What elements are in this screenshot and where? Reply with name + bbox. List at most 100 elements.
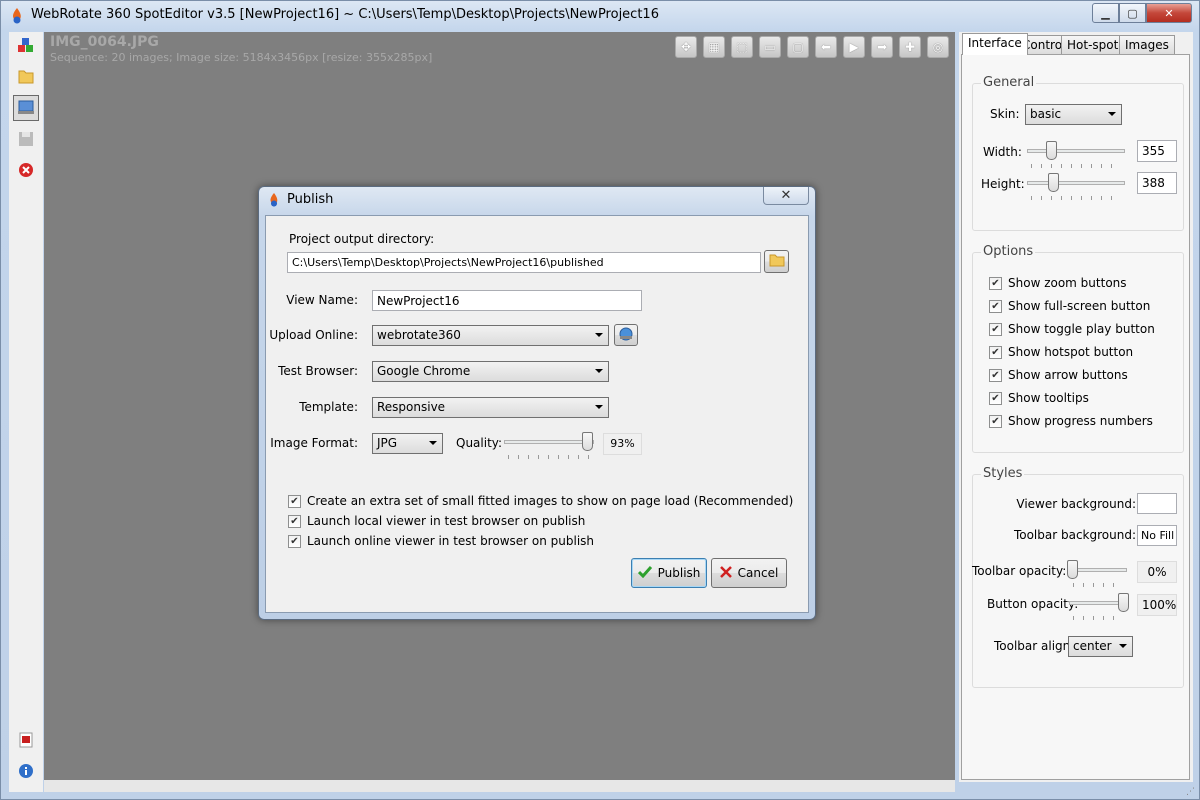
zoom-in-button[interactable]: ✚ [899, 36, 921, 58]
test-browser-label: Test Browser: [278, 364, 358, 378]
output-dir-input[interactable]: C:\Users\Temp\Desktop\Projects\NewProjec… [287, 252, 761, 273]
filmstrip-icon: ▭ [764, 40, 776, 54]
options-title: Options [981, 244, 1036, 259]
option-checkbox[interactable]: ✔ [989, 300, 1002, 313]
option-checkbox[interactable]: ✔ [989, 415, 1002, 428]
hotspot-button[interactable]: ◎ [927, 36, 949, 58]
toolbar-align-value: center [1073, 639, 1112, 653]
skin-value: basic [1030, 107, 1062, 121]
arrow-left-button[interactable]: ⬅ [815, 36, 837, 58]
option-checkbox[interactable]: ✔ [989, 392, 1002, 405]
chevron-down-icon [1119, 644, 1127, 648]
resize-grip-icon[interactable]: ⋰ [1186, 787, 1195, 797]
quality-slider-track[interactable] [504, 440, 594, 444]
quality-value: 93% [603, 433, 642, 455]
cancel-x-icon [719, 565, 732, 581]
dialog-logo-icon [267, 192, 281, 211]
test-browser-select[interactable]: Google Chrome [372, 361, 609, 382]
interface-tab-body: General Skin: basic Width: 355 Height: 3… [961, 54, 1190, 780]
option-checkbox[interactable]: ✔ [989, 346, 1002, 359]
filmstrip-button[interactable]: ▭ [759, 36, 781, 58]
viewer-background-label: Viewer background: [1016, 497, 1136, 511]
close-project-button[interactable] [13, 158, 39, 184]
maximize-icon: ▢ [1127, 6, 1138, 20]
move-icon: ✥ [680, 40, 692, 54]
height-input[interactable]: 388 [1137, 172, 1177, 194]
publish-option-checkbox[interactable]: ✔ [288, 495, 301, 508]
zoom-in-icon: ✚ [904, 40, 916, 54]
option-checkbox[interactable]: ✔ [989, 323, 1002, 336]
option-label: Show progress numbers [1008, 414, 1153, 428]
upload-online-select[interactable]: webrotate360 [372, 325, 609, 346]
upload-settings-button[interactable] [614, 324, 638, 346]
option-checkbox[interactable]: ✔ [989, 369, 1002, 382]
button-opacity-ticks [1073, 616, 1123, 620]
toolbar-align-select[interactable]: center [1068, 636, 1133, 657]
new-project-icon [17, 37, 35, 58]
publish-option-label: Launch online viewer in test browser on … [307, 534, 595, 548]
new-project-button[interactable] [13, 34, 39, 60]
pdf-help-icon [18, 732, 34, 751]
viewer-background-swatch[interactable] [1137, 493, 1177, 514]
open-project-button[interactable] [13, 64, 39, 90]
close-icon: ✕ [780, 188, 792, 203]
fullscreen-icon: ▢ [792, 40, 804, 54]
publish-option-checkbox[interactable]: ✔ [288, 535, 301, 548]
tab-images[interactable]: Images [1119, 35, 1175, 54]
height-slider-track[interactable] [1027, 181, 1125, 185]
width-input[interactable]: 355 [1137, 140, 1177, 162]
button-opacity-thumb[interactable] [1118, 593, 1129, 612]
close-icon: ✕ [1164, 6, 1174, 20]
save-button[interactable] [13, 127, 39, 153]
maximize-button[interactable]: ▢ [1119, 3, 1146, 23]
publish-toolbar-button[interactable] [13, 95, 39, 121]
tab-interface[interactable]: Interface [962, 33, 1028, 55]
dialog-close-button[interactable]: ✕ [763, 187, 809, 205]
styles-title: Styles [981, 466, 1025, 481]
horizontal-scrollbar[interactable] [44, 780, 955, 792]
browse-folder-button[interactable] [764, 250, 789, 273]
arrow-right-button[interactable]: ➡ [871, 36, 893, 58]
upload-online-label: Upload Online: [269, 328, 358, 342]
close-window-button[interactable]: ✕ [1146, 3, 1192, 23]
option-label: Show hotspot button [1008, 345, 1134, 359]
view-name-input[interactable]: NewProject16 [372, 290, 642, 311]
toolbar-opacity-value: 0% [1137, 561, 1177, 583]
height-slider-thumb[interactable] [1048, 173, 1059, 192]
minimize-icon: ▁ [1101, 6, 1110, 20]
select-area-icon: ⬚ [736, 40, 748, 54]
publish-option-checkbox[interactable]: ✔ [288, 515, 301, 528]
app-logo-icon [9, 7, 25, 28]
move-button[interactable]: ✥ [675, 36, 697, 58]
chevron-down-icon [1108, 112, 1116, 116]
pdf-help-button[interactable] [13, 728, 39, 754]
minimize-button[interactable]: ▁ [1092, 3, 1119, 23]
view-name-label: View Name: [286, 293, 358, 307]
quality-slider-thumb[interactable] [581, 432, 593, 451]
toolbar-align-label: Toolbar align: [994, 639, 1075, 653]
arrow-right-icon: ➡ [876, 40, 888, 54]
hotspot-icon: ◎ [932, 40, 944, 54]
select-area-button[interactable]: ⬚ [731, 36, 753, 58]
image-format-select[interactable]: JPG [372, 433, 443, 454]
publish-button[interactable]: Publish [631, 558, 707, 588]
open-folder-icon [17, 67, 35, 88]
image-info: Sequence: 20 images; Image size: 5184x34… [50, 51, 433, 64]
grid-button[interactable]: ▦ [703, 36, 725, 58]
toolbar-opacity-thumb[interactable] [1067, 560, 1078, 579]
width-slider-track[interactable] [1027, 149, 1125, 153]
option-checkbox[interactable]: ✔ [989, 277, 1002, 290]
skin-select[interactable]: basic [1025, 104, 1122, 125]
width-label: Width: [983, 145, 1022, 159]
fullscreen-button[interactable]: ▢ [787, 36, 809, 58]
cancel-button[interactable]: Cancel [711, 558, 787, 588]
width-slider-thumb[interactable] [1046, 141, 1057, 160]
play-button[interactable]: ▶ [843, 36, 865, 58]
toolbar-opacity-ticks [1073, 583, 1123, 587]
template-select[interactable]: Responsive [372, 397, 609, 418]
save-icon [18, 131, 34, 150]
image-format-label: Image Format: [270, 436, 358, 450]
toolbar-background-swatch[interactable]: No Fill [1137, 525, 1177, 546]
about-button[interactable] [13, 759, 39, 785]
test-browser-value: Google Chrome [377, 364, 471, 378]
